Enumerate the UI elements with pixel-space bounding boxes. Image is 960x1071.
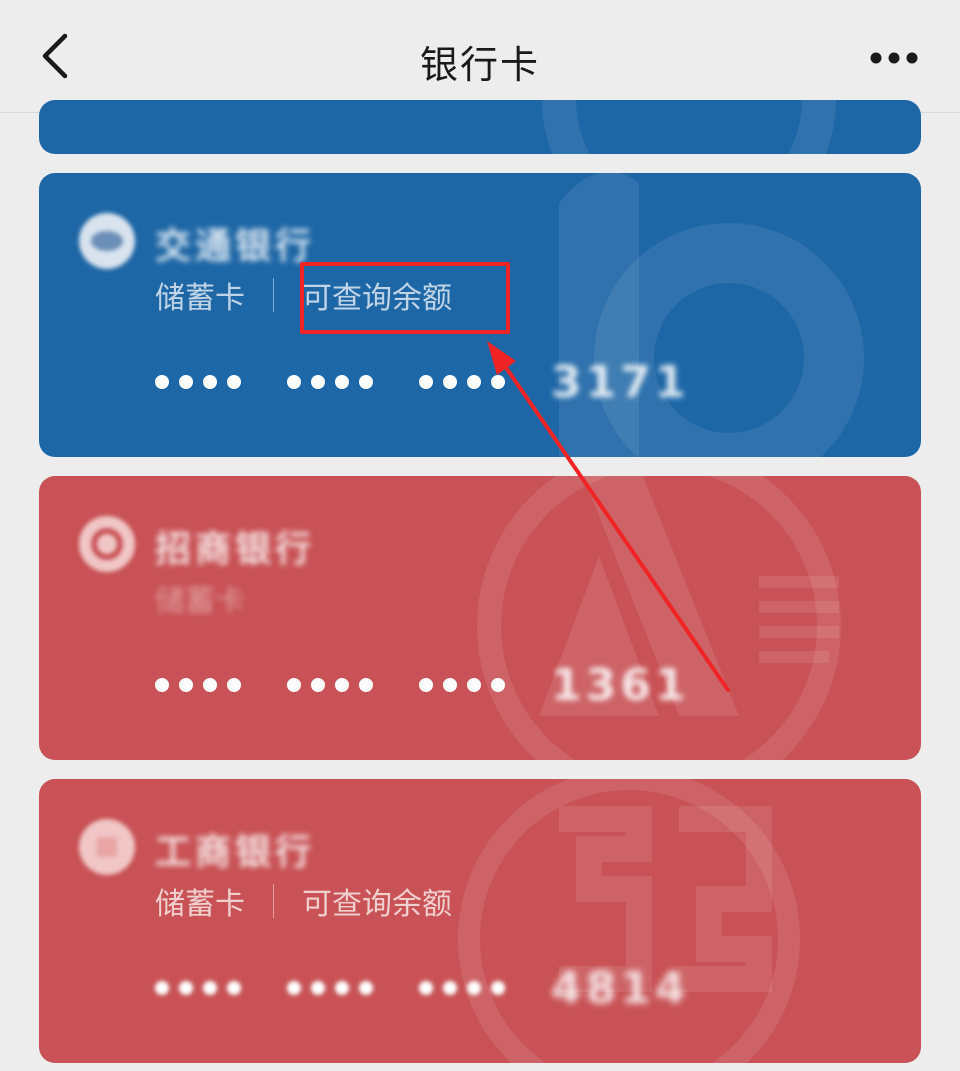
card-number: 4814 <box>155 962 690 1014</box>
bank-name: 工商银行 <box>155 832 316 869</box>
bank-name: 招商银行 <box>155 529 316 566</box>
bank-logo-icon <box>79 516 135 572</box>
divider <box>273 884 274 918</box>
bank-card[interactable]: 工商银行 储蓄卡 可查询余额 4814 <box>39 779 921 1063</box>
card-last-four: 1361 <box>551 659 690 711</box>
balance-link-highlight <box>300 262 510 334</box>
card-number: 1361 <box>155 659 690 711</box>
bank-logo-icon <box>79 213 135 269</box>
bank-logo-icon <box>79 819 135 875</box>
balance-query-link[interactable]: 可查询余额 <box>302 879 452 923</box>
page-title: 银行卡 <box>419 43 540 87</box>
masked-digits <box>155 678 241 692</box>
masked-digits <box>287 981 373 995</box>
bank-card[interactable]: 招商银行 储蓄卡 1361 <box>39 476 921 760</box>
card-info-row: 储蓄卡 可查询余额 <box>155 879 452 923</box>
masked-digits <box>419 678 505 692</box>
card-type-label: 储蓄卡 <box>155 584 245 619</box>
navigation-bar: 银行卡 <box>0 0 960 113</box>
card-number: 3171 <box>155 356 690 408</box>
more-horizontal-icon <box>870 52 918 64</box>
masked-digits <box>287 375 373 389</box>
card-type-label: 储蓄卡 <box>155 281 245 316</box>
card-last-four: 4814 <box>551 962 690 1014</box>
card-info-row: 储蓄卡 <box>155 576 245 620</box>
bank-watermark-icon <box>542 100 836 154</box>
divider <box>273 278 274 312</box>
bank-name: 交通银行 <box>155 226 316 263</box>
masked-digits <box>287 678 373 692</box>
card-type-label: 储蓄卡 <box>155 887 245 922</box>
masked-digits <box>155 981 241 995</box>
masked-digits <box>419 981 505 995</box>
masked-digits <box>419 375 505 389</box>
masked-digits <box>155 375 241 389</box>
card-last-four: 3171 <box>551 356 690 408</box>
bank-card-partial[interactable] <box>39 100 921 154</box>
more-button[interactable] <box>866 40 922 76</box>
